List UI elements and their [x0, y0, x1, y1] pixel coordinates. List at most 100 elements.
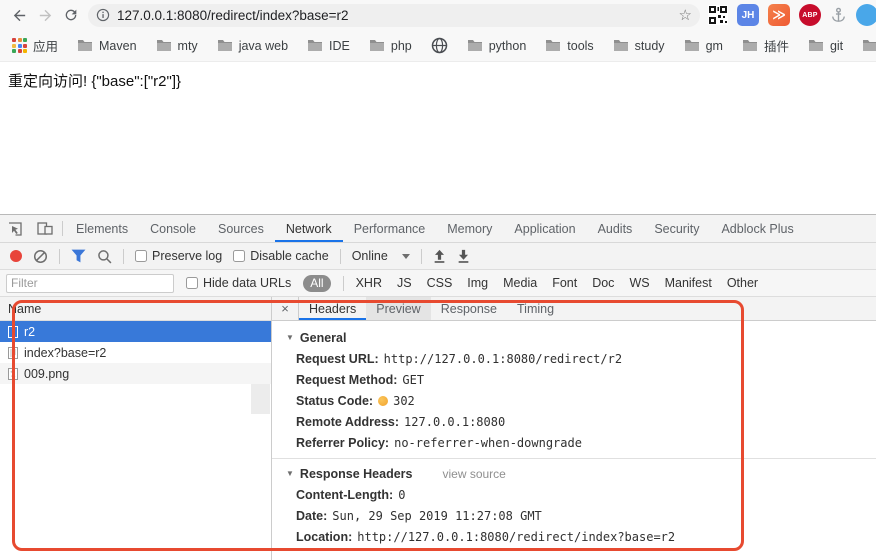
- tab-audits[interactable]: Audits: [587, 215, 644, 242]
- tab-timing[interactable]: Timing: [507, 297, 564, 320]
- tab-security[interactable]: Security: [643, 215, 710, 242]
- bookmark-folder-mty[interactable]: mty: [156, 39, 198, 53]
- device-toolbar-icon: [37, 221, 53, 236]
- back-button[interactable]: [6, 2, 32, 28]
- jh-extension-icon[interactable]: JH: [737, 4, 759, 26]
- folder-icon: [217, 39, 233, 52]
- close-detail-button[interactable]: ×: [272, 297, 299, 320]
- filter-type-xhr[interactable]: XHR: [356, 276, 382, 290]
- request-row-009png[interactable]: 009.png: [0, 363, 271, 384]
- bookmark-folder-study[interactable]: study: [613, 39, 665, 53]
- view-source-link[interactable]: view source: [442, 467, 505, 481]
- hide-data-urls-checkbox[interactable]: [186, 277, 198, 289]
- separator: [62, 221, 63, 236]
- disable-cache-toggle[interactable]: Disable cache: [233, 249, 329, 263]
- bookmark-folder-java-web[interactable]: java web: [217, 39, 288, 53]
- bookmark-folder-maven[interactable]: Maven: [77, 39, 137, 53]
- tab-preview[interactable]: Preview: [366, 297, 430, 320]
- detail-tabbar: × Headers Preview Response Timing: [272, 297, 876, 321]
- tab-console[interactable]: Console: [139, 215, 207, 242]
- tab-memory[interactable]: Memory: [436, 215, 503, 242]
- disable-cache-checkbox[interactable]: [233, 250, 245, 262]
- url-text[interactable]: 127.0.0.1:8080/redirect/index?base=r2: [117, 8, 673, 23]
- filter-type-font[interactable]: Font: [552, 276, 577, 290]
- filter-type-js[interactable]: JS: [397, 276, 412, 290]
- tab-response[interactable]: Response: [431, 297, 507, 320]
- tab-application[interactable]: Application: [503, 215, 586, 242]
- tab-elements[interactable]: Elements: [65, 215, 139, 242]
- folder-icon: [862, 39, 876, 52]
- request-list-scrollbar[interactable]: [251, 384, 270, 414]
- clipped-extension-icon[interactable]: [856, 4, 876, 26]
- search-button[interactable]: [97, 249, 112, 264]
- forward-button[interactable]: [32, 2, 58, 28]
- tab-sources[interactable]: Sources: [207, 215, 275, 242]
- reload-button[interactable]: [58, 2, 84, 28]
- response-headers-section-header[interactable]: ▼ Response Headers view source: [272, 463, 876, 484]
- name-column-header[interactable]: Name: [0, 297, 271, 321]
- device-toolbar-button[interactable]: [30, 215, 60, 242]
- address-bar[interactable]: 127.0.0.1:8080/redirect/index?base=r2 ☆: [88, 4, 700, 27]
- bookmark-folder-gm[interactable]: gm: [684, 39, 723, 53]
- request-detail-pane: × Headers Preview Response Timing ▼ Gene…: [272, 297, 876, 560]
- folder-icon: [77, 39, 93, 52]
- close-icon: ×: [281, 301, 289, 316]
- tab-adblock-plus[interactable]: Adblock Plus: [710, 215, 804, 242]
- filter-type-ws[interactable]: WS: [629, 276, 649, 290]
- import-har-button[interactable]: [433, 249, 446, 263]
- filter-type-media[interactable]: Media: [503, 276, 537, 290]
- filter-type-css[interactable]: CSS: [427, 276, 453, 290]
- bookmark-folder-git[interactable]: git: [808, 39, 843, 53]
- bookmark-folder-clipped[interactable]: [862, 39, 876, 52]
- filter-button[interactable]: [71, 249, 86, 263]
- folder-icon: [742, 39, 758, 52]
- filter-type-list: XHR JS CSS Img Media Font Doc WS Manifes…: [356, 276, 759, 290]
- adblock-plus-extension-icon[interactable]: ABP: [799, 4, 821, 26]
- chevron-down-icon: [402, 254, 410, 259]
- forward-arrow-icon: [37, 7, 54, 24]
- preserve-log-checkbox[interactable]: [135, 250, 147, 262]
- bookmark-star-icon[interactable]: ☆: [679, 8, 692, 23]
- reload-icon: [63, 7, 79, 23]
- filter-type-all[interactable]: All: [303, 275, 330, 292]
- header-field-date: Date: Sun, 29 Sep 2019 11:27:08 GMT: [272, 505, 876, 526]
- inspect-element-button[interactable]: [0, 215, 30, 242]
- filter-type-img[interactable]: Img: [467, 276, 488, 290]
- network-main: Name r2 index?base=r2 009.png: [0, 297, 876, 560]
- filter-type-manifest[interactable]: Manifest: [665, 276, 712, 290]
- export-har-button[interactable]: [457, 249, 470, 263]
- folder-icon: [545, 39, 561, 52]
- hide-data-urls-toggle[interactable]: Hide data URLs: [186, 276, 291, 290]
- filter-type-other[interactable]: Other: [727, 276, 758, 290]
- bookmark-folder-python[interactable]: python: [467, 39, 527, 53]
- apps-shortcut[interactable]: 应用: [12, 36, 58, 55]
- orange-extension-icon[interactable]: ≫: [768, 4, 790, 26]
- header-field-remote-address: Remote Address: 127.0.0.1:8080: [272, 411, 876, 432]
- info-icon[interactable]: [96, 8, 110, 22]
- disclosure-triangle-icon: ▼: [286, 469, 294, 478]
- filter-input[interactable]: [6, 274, 174, 293]
- anchor-extension-icon[interactable]: [830, 7, 847, 24]
- tab-performance[interactable]: Performance: [343, 215, 437, 242]
- request-row-index[interactable]: index?base=r2: [0, 342, 271, 363]
- header-field-content-length: Content-Length: 0: [272, 484, 876, 505]
- separator: [59, 249, 60, 264]
- preserve-log-toggle[interactable]: Preserve log: [135, 249, 222, 263]
- throttling-dropdown[interactable]: Online: [352, 249, 410, 263]
- request-row-r2[interactable]: r2: [0, 321, 271, 342]
- bookmark-folder-ide[interactable]: IDE: [307, 39, 350, 53]
- bookmark-globe[interactable]: [431, 37, 448, 54]
- bookmark-folder-php[interactable]: php: [369, 39, 412, 53]
- separator: [343, 276, 344, 291]
- page-body-text: 重定向访问! {"base":["r2"]}: [8, 73, 181, 90]
- apps-label: 应用: [33, 36, 58, 55]
- bookmark-folder-plugins[interactable]: 插件: [742, 36, 789, 55]
- clear-button[interactable]: [33, 249, 48, 264]
- qr-extension-icon[interactable]: [708, 5, 728, 25]
- general-section-header[interactable]: ▼ General: [272, 327, 876, 348]
- bookmark-folder-tools[interactable]: tools: [545, 39, 593, 53]
- record-button[interactable]: [10, 250, 22, 262]
- tab-headers[interactable]: Headers: [299, 297, 366, 320]
- filter-type-doc[interactable]: Doc: [592, 276, 614, 290]
- tab-network[interactable]: Network: [275, 215, 343, 242]
